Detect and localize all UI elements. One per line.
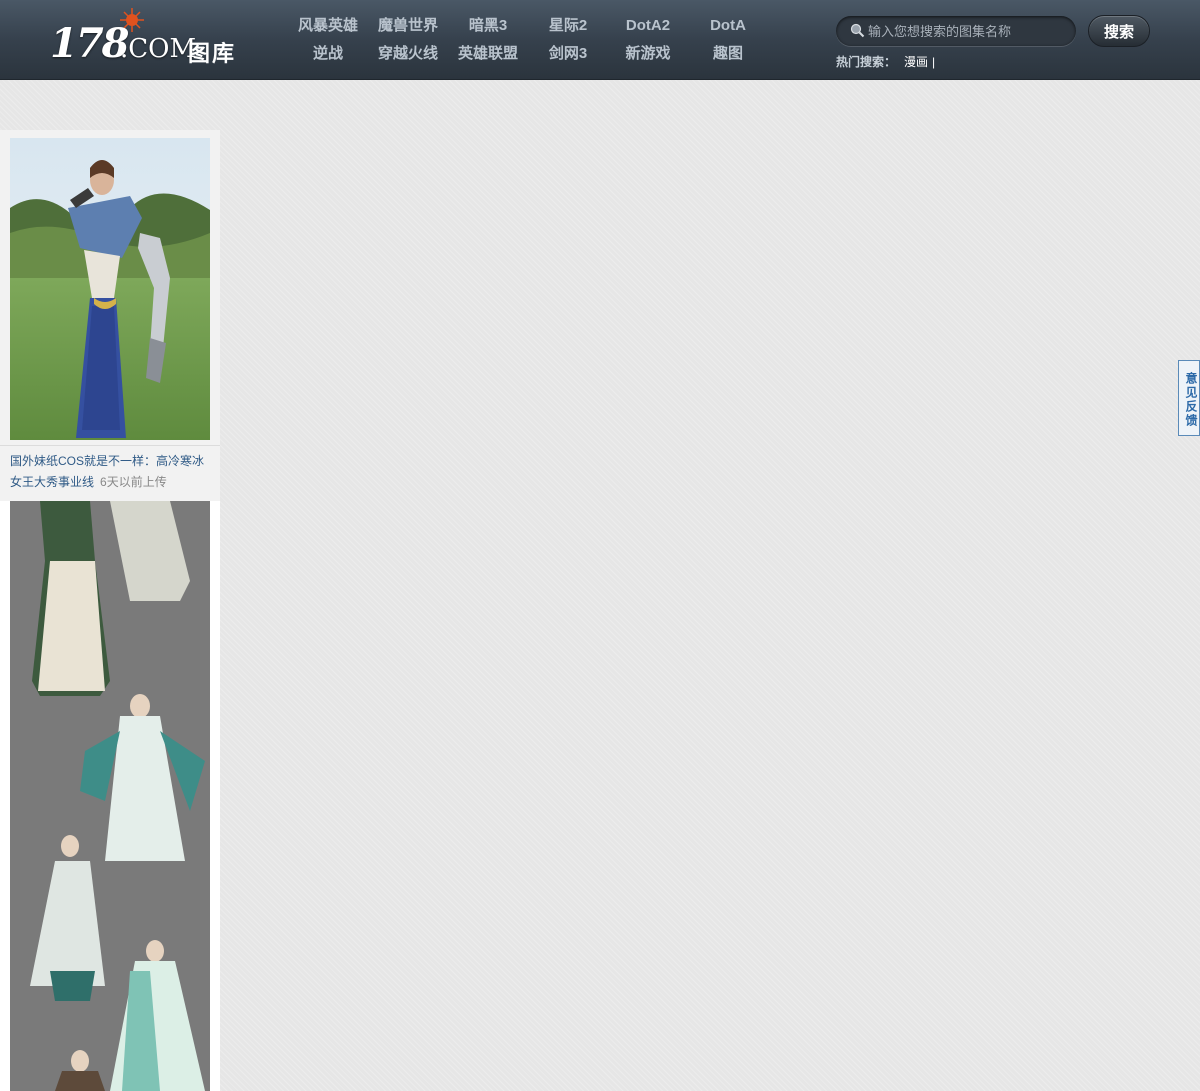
nav-item[interactable]: DotA [688,12,768,40]
logo-section: 图库 [188,41,237,66]
card-caption: 国外妹纸COS就是不一样：高冷寒冰女王大秀事业线 6天以前上传 [0,445,220,501]
nav-item[interactable]: 趣图 [688,40,768,68]
nav-item[interactable]: 穿越火线 [368,40,448,68]
nav-item[interactable]: 暗黑3 [448,12,528,40]
separator: | [932,55,936,69]
feedback-tab[interactable]: 意见反馈 [1178,360,1200,436]
nav-item[interactable]: 星际2 [528,12,608,40]
nav-item[interactable]: 剑网3 [528,40,608,68]
nav-item[interactable]: 逆战 [288,40,368,68]
logo-domain: .COM [120,34,197,64]
search-icon [850,23,865,38]
site-logo[interactable]: 178 .COM 图库 [48,6,248,70]
upload-time: 6天以前上传 [100,475,167,489]
nav-item[interactable]: 英雄联盟 [448,40,528,68]
hot-search-link[interactable]: 漫画 [904,55,928,69]
search-box [836,16,1076,46]
site-header: 178 .COM 图库 风暴英雄 魔兽世界 暗黑3 星际2 DotA2 DotA… [0,0,1200,80]
cosplay-thumbnail[interactable] [10,138,210,440]
hot-search-label: 热门搜索： [836,55,897,69]
search-input[interactable] [868,20,1068,42]
search-button[interactable]: 搜索 [1088,15,1150,47]
character-art-thumbnail[interactable] [10,501,210,1091]
nav-item[interactable]: 新游戏 [608,40,688,68]
nav-item[interactable]: 风暴英雄 [288,12,368,40]
waterfall-column: 国外妹纸COS就是不一样：高冷寒冰女王大秀事业线 6天以前上传 [0,130,220,1091]
nav-item[interactable]: DotA2 [608,12,688,40]
logo-number: 178 [50,20,129,67]
hot-search: 热门搜索： 漫画 | [836,53,935,70]
gallery-card[interactable]: 国外妹纸COS就是不一样：高冷寒冰女王大秀事业线 6天以前上传 [0,130,220,501]
nav-item[interactable]: 魔兽世界 [368,12,448,40]
